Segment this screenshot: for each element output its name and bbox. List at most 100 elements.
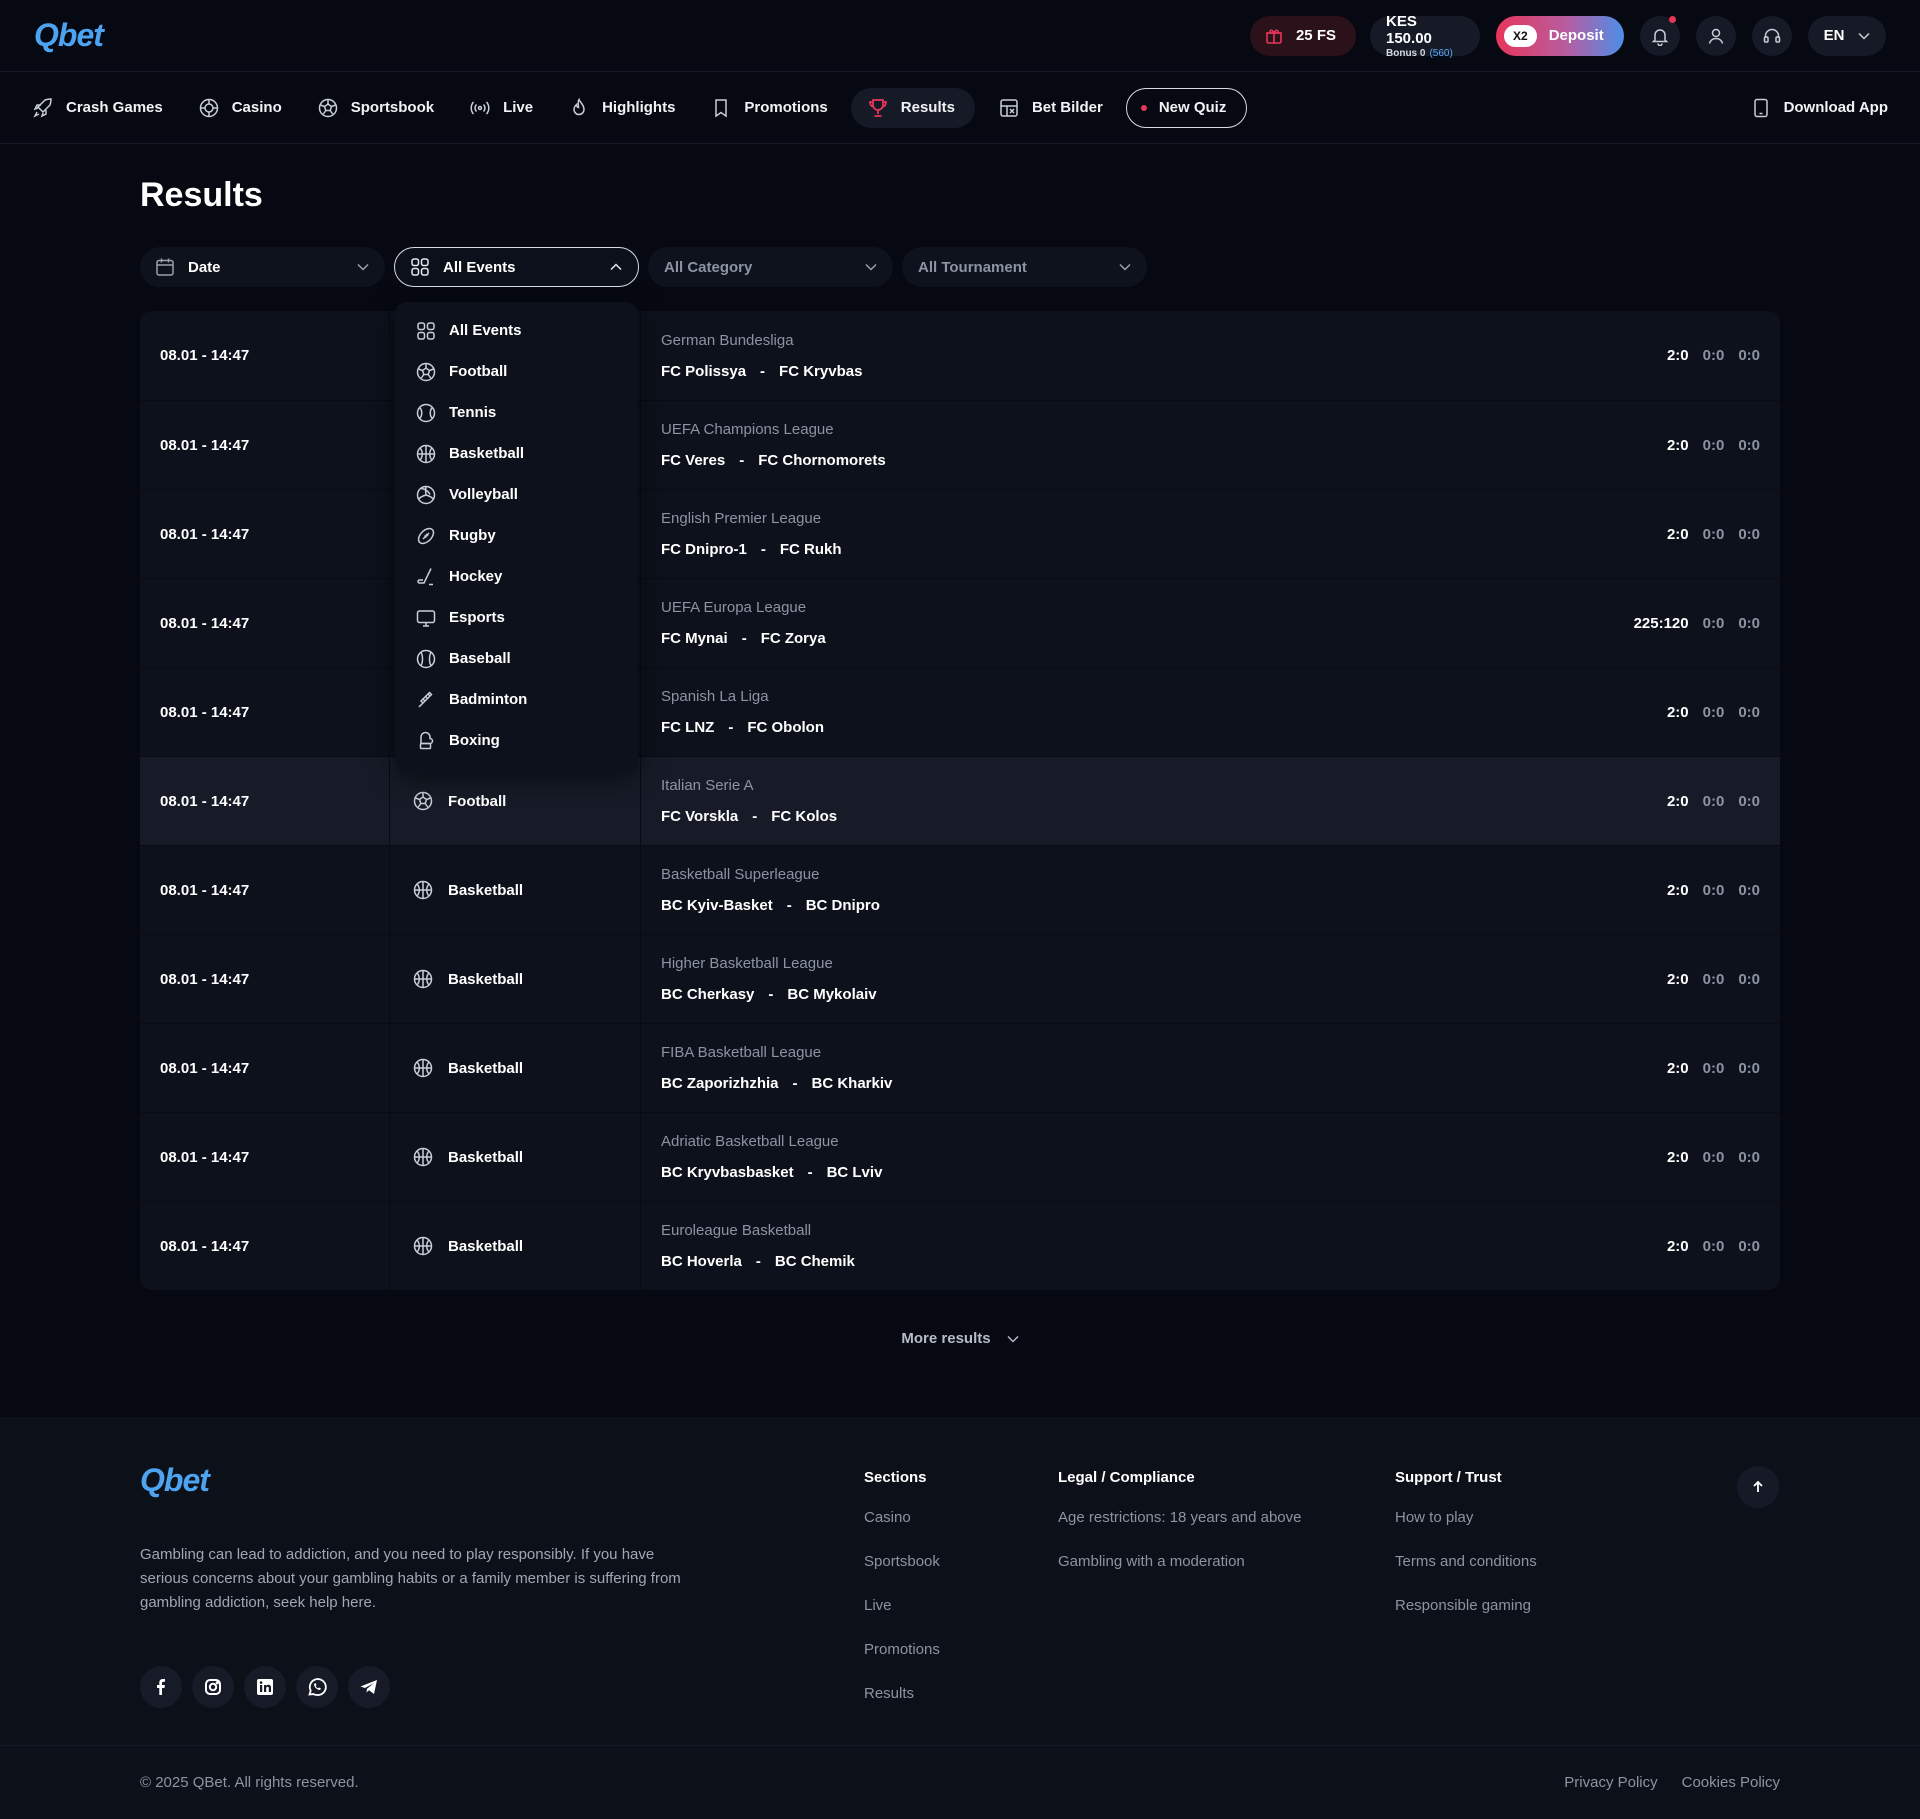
league-name: Higher Basketball League [661,955,833,972]
nav-label: New Quiz [1158,99,1227,116]
dropdown-item-football[interactable]: Football [415,351,638,392]
footer-link-moderation[interactable]: Gambling with a moderation [1058,1550,1301,1594]
cookies-policy-link[interactable]: Cookies Policy [1682,1774,1780,1791]
match-score: 2:0 0:0 0:0 [1667,757,1780,845]
download-app-link[interactable]: Download App [1738,88,1888,128]
telegram-icon[interactable] [348,1666,390,1708]
footer-link-responsible-gaming[interactable]: Responsible gaming [1395,1594,1537,1638]
footer-logo[interactable]: Qbet [140,1462,210,1499]
x2-badge: X2 [1504,24,1537,47]
chevron-up-icon [610,263,622,271]
balance-display[interactable]: KES 150.00 Bonus 0 (560) [1370,12,1480,59]
more-results-button[interactable]: More results [140,1330,1780,1347]
match-score: 225:120 0:0 0:0 [1634,579,1780,667]
match-info: Spanish La Liga FC LNZ - FC Obolon [641,668,1667,756]
footer-link-promotions[interactable]: Promotions [864,1638,940,1682]
tournament-filter[interactable]: All Tournament [902,247,1147,287]
profile-button[interactable] [1696,15,1736,56]
team-separator: - [728,719,734,736]
home-team: FC Veres [661,452,726,469]
balance-amount: KES 150.00 [1386,12,1432,47]
result-row[interactable]: 08.01 - 14:47 Basketball Higher Basketball… [140,934,1780,1023]
result-row[interactable]: 08.01 - 14:47 UEFA Champions League FC Ver… [140,400,1780,489]
privacy-policy-link[interactable]: Privacy Policy [1564,1774,1657,1791]
facebook-icon[interactable] [140,1666,182,1708]
basketball-icon [412,1235,434,1257]
dropdown-item-label: Basketball [449,445,525,462]
result-row[interactable]: 08.01 - 14:47 Football Italian Serie A FC V… [140,756,1780,845]
dropdown-item-baseball[interactable]: Baseball [415,638,638,679]
nav-live[interactable]: Live [457,88,545,128]
events-filter[interactable]: All Events [394,247,639,287]
match-sport: Basketball [390,1202,641,1290]
result-row[interactable]: 08.01 - 14:47 English Premier League FC Dn… [140,489,1780,578]
chevron-down-icon [865,263,877,271]
footer-link-sportsbook[interactable]: Sportsbook [864,1550,940,1594]
period-score: 0:0 [1702,525,1725,543]
dropdown-item-all-events[interactable]: All Events [415,310,638,351]
linkedin-icon[interactable] [244,1666,286,1708]
home-team: BC Kryvbasbasket [661,1164,794,1181]
category-filter[interactable]: All Category [648,247,893,287]
footer-link-results[interactable]: Results [864,1682,940,1726]
league-name: Euroleague Basketball [661,1222,812,1239]
notifications-button[interactable] [1640,15,1680,56]
nav-new-quiz[interactable]: New Quiz [1125,87,1248,128]
dropdown-item-badminton[interactable]: Badminton [415,679,638,720]
nav-promotions[interactable]: Promotions [698,88,839,128]
result-row[interactable]: 08.01 - 14:47 UEFA Europa League FC Mynai -… [140,578,1780,667]
footer-link-terms[interactable]: Terms and conditions [1395,1550,1537,1594]
dropdown-item-label: Badminton [449,691,528,708]
match-teams: FC Veres - FC Chornomorets [661,452,1667,469]
events-filter-label: All Events [443,258,516,276]
footer-link-casino[interactable]: Casino [864,1506,940,1550]
match-date: 08.01 - 14:47 [140,1113,390,1201]
gift-icon [1264,26,1284,46]
period-score: 0:0 [1738,970,1760,988]
nav-sportsbook[interactable]: Sportsbook [305,88,446,128]
bonus-extra: (560) [1429,47,1453,59]
league-name: Basketball Superleague [661,866,820,883]
free-spins-button[interactable]: 25 FS [1249,15,1356,56]
scroll-to-top-button[interactable] [1737,1466,1779,1508]
deposit-button[interactable]: X2 Deposit [1496,15,1624,56]
match-info: Euroleague Basketball BC Hoverla - BC Chemi… [641,1202,1667,1290]
footer-link-live[interactable]: Live [864,1594,940,1638]
support-button[interactable] [1752,15,1792,56]
nav-crash-games[interactable]: Crash Games [32,88,175,128]
away-team: FC Kolos [771,808,838,825]
chevron-down-icon [1858,32,1870,40]
whatsapp-icon[interactable] [296,1666,338,1708]
grid-icon [415,320,437,342]
away-team: BC Dnipro [805,897,880,914]
language-selector[interactable]: EN [1808,15,1886,56]
dropdown-item-hockey[interactable]: Hockey [415,556,638,597]
result-row[interactable]: 08.01 - 14:47 German Bundesliga FC Polissy… [140,311,1780,400]
home-team: FC Dnipro-1 [661,541,747,558]
instagram-icon[interactable] [192,1666,234,1708]
dropdown-item-basketball[interactable]: Basketball [415,433,638,474]
footer-link-how-to-play[interactable]: How to play [1395,1506,1537,1550]
dropdown-item-boxing[interactable]: Boxing [415,720,638,761]
nav-casino[interactable]: Casino [186,88,294,128]
match-info: UEFA Champions League FC Veres - FC Chornom… [641,401,1667,489]
home-team: FC Polissya [661,362,747,380]
dropdown-item-rugby[interactable]: Rugby [415,515,638,556]
dropdown-item-esports[interactable]: Esports [415,597,638,638]
nav-bet-builder[interactable]: Bet Bilder [986,88,1115,128]
dropdown-item-tennis[interactable]: Tennis [415,392,638,433]
home-team: BC Zaporizhzhia [661,1075,779,1092]
date-filter[interactable]: Date [140,247,385,287]
nav-results[interactable]: Results [850,87,975,128]
result-row[interactable]: 08.01 - 14:47 Basketball Adriatic Basketba… [140,1112,1780,1201]
dropdown-item-volleyball[interactable]: Volleyball [415,474,638,515]
footer-link-age-restrictions[interactable]: Age restrictions: 18 years and above [1058,1506,1301,1550]
nav-highlights[interactable]: Highlights [556,88,687,128]
match-teams: BC Kyiv-Basket - BC Dnipro [661,897,1667,914]
result-row[interactable]: 08.01 - 14:47 Spanish La Liga FC LNZ - FC Ob… [140,667,1780,756]
result-row[interactable]: 08.01 - 14:47 Basketball FIBA Basketball L… [140,1023,1780,1112]
result-row[interactable]: 08.01 - 14:47 Basketball Euroleague Basket… [140,1201,1780,1290]
match-teams: FC Dnipro-1- FC Rukh [661,541,1667,558]
logo[interactable]: Qbet [34,17,104,54]
result-row[interactable]: 08.01 - 14:47 Basketball Basketball Superl… [140,845,1780,934]
